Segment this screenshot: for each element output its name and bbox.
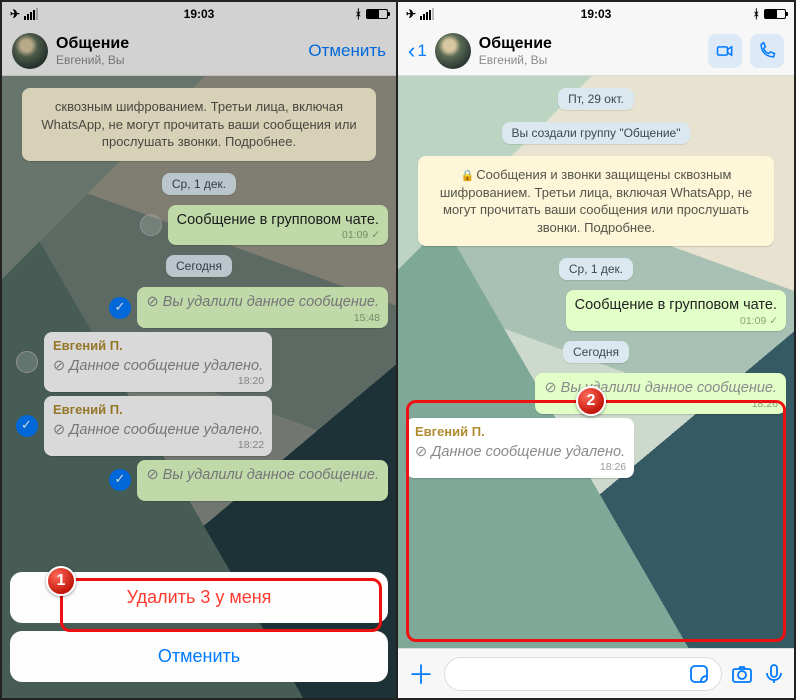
battery-icon [366,9,388,19]
video-icon [715,41,735,61]
camera-icon[interactable] [730,662,754,686]
message-row[interactable]: Вы удалили данное сообщение. [10,460,388,501]
encryption-notice[interactable]: сквозным шифрованием. Третьи лица, включ… [22,88,376,161]
select-circle[interactable] [16,351,38,373]
date-chip: Ср, 1 дек. [162,173,236,195]
battery-icon [764,9,786,19]
message-time: 15:48 [354,312,380,326]
bluetooth-icon: ᚼ [355,7,362,21]
system-message: Вы создали группу "Общение" [502,122,691,144]
lock-icon [461,167,477,182]
incoming-bubble: Евгений П. Данное сообщение удалено. 18:… [44,332,272,392]
date-chip: Сегодня [563,341,629,363]
bluetooth-icon: ᚼ [753,7,760,21]
input-toolbar: ＋ [398,648,794,698]
cancel-selection-button[interactable]: Отменить [308,41,386,61]
airplane-icon: ✈ [406,7,416,21]
select-circle-checked[interactable] [109,469,131,491]
right-screenshot: ✈ 19:03 ᚼ ‹1 Общение Евгений, Вы Пт, 29 … [398,2,794,698]
back-count: 1 [417,41,426,61]
outgoing-bubble: Вы удалили данное сообщение. 15:48 [137,287,388,328]
chat-name: Общение [479,35,700,53]
message-time: 18:22 [238,439,264,453]
message-input[interactable] [444,657,722,691]
outgoing-bubble: Сообщение в групповом чате. 01:09 [168,205,388,246]
sender-name: Евгений П. [53,338,263,355]
status-time: 19:03 [581,7,612,21]
date-chip: Ср, 1 дек. [559,258,633,280]
header-title-block[interactable]: Общение Евгений, Вы [56,35,300,67]
message-row[interactable]: Евгений П. Данное сообщение удалено. 18:… [10,396,388,456]
video-call-button[interactable] [708,34,742,68]
chat-name: Общение [56,35,300,53]
deleted-text: Вы удалили данное сообщение. [146,467,379,483]
message-text: Сообщение в групповом чате. [177,212,379,228]
chat-body: Пт, 29 окт. Вы создали группу "Общение" … [398,76,794,648]
airplane-icon: ✈ [10,7,20,21]
message-time: 18:26 [600,461,626,475]
message-row[interactable]: Сообщение в групповом чате. 01:09 [406,290,786,331]
outgoing-bubble: Сообщение в групповом чате. 01:09 [566,290,786,331]
avatar[interactable] [435,33,471,69]
message-row[interactable]: Вы удалили данное сообщение. 15:48 [10,287,388,328]
outgoing-bubble: Вы удалили данное сообщение. [137,460,388,501]
date-chip: Пт, 29 окт. [558,88,634,110]
message-text: Сообщение в групповом чате. [575,297,777,313]
signal-icon [420,8,434,20]
phone-icon [757,41,777,61]
back-button[interactable]: ‹1 [408,38,427,64]
avatar[interactable] [12,33,48,69]
deleted-text: Данное сообщение удалено. [53,358,263,374]
encryption-notice[interactable]: Сообщения и звонки защищены сквозным шиф… [418,156,774,246]
deleted-text: Данное сообщение удалено. [53,422,263,438]
message-row[interactable]: Евгений П. Данное сообщение удалено. 18:… [406,418,786,478]
select-circle-checked[interactable] [16,415,38,437]
incoming-bubble: Евгений П. Данное сообщение удалено. 18:… [406,418,634,478]
callout-badge-1: 1 [46,566,76,596]
chat-header: Общение Евгений, Вы Отменить [2,26,396,76]
left-screenshot: ✈ 19:03 ᚼ Общение Евгений, Вы Отменить с… [2,2,398,698]
signal-icon [24,8,38,20]
chevron-left-icon: ‹ [408,38,415,64]
date-chip: Сегодня [166,255,232,277]
callout-badge-2: 2 [576,386,606,416]
message-time: 18:26 [752,398,778,412]
incoming-bubble: Евгений П. Данное сообщение удалено. 18:… [44,396,272,456]
sender-name: Евгений П. [53,402,263,419]
message-time: 01:09 [740,315,778,329]
mic-icon[interactable] [762,662,786,686]
chat-subtitle: Евгений, Вы [56,53,300,67]
status-bar: ✈ 19:03 ᚼ [398,2,794,26]
select-circle[interactable] [140,214,162,236]
voice-call-button[interactable] [750,34,784,68]
sticker-icon[interactable] [687,662,711,686]
deleted-text: Данное сообщение удалено. [415,444,625,460]
chat-area: сквозным шифрованием. Третьи лица, включ… [2,76,396,698]
message-row[interactable]: Евгений П. Данное сообщение удалено. 18:… [10,332,388,392]
sender-name: Евгений П. [415,424,625,441]
message-time: 01:09 [342,229,380,243]
message-time: 18:20 [238,375,264,389]
status-time: 19:03 [184,7,215,21]
chat-area: Пт, 29 окт. Вы создали группу "Общение" … [398,76,794,648]
message-row[interactable]: Сообщение в групповом чате. 01:09 [10,205,388,246]
header-title-block[interactable]: Общение Евгений, Вы [479,35,700,67]
cancel-button[interactable]: Отменить [10,631,388,682]
status-bar: ✈ 19:03 ᚼ [2,2,396,26]
attach-button[interactable]: ＋ [406,655,436,692]
chat-header: ‹1 Общение Евгений, Вы [398,26,794,76]
select-circle-checked[interactable] [109,297,131,319]
chat-subtitle: Евгений, Вы [479,53,700,67]
outgoing-bubble: Вы удалили данное сообщение. 18:26 [535,373,786,414]
deleted-text: Вы удалили данное сообщение. [146,294,379,310]
